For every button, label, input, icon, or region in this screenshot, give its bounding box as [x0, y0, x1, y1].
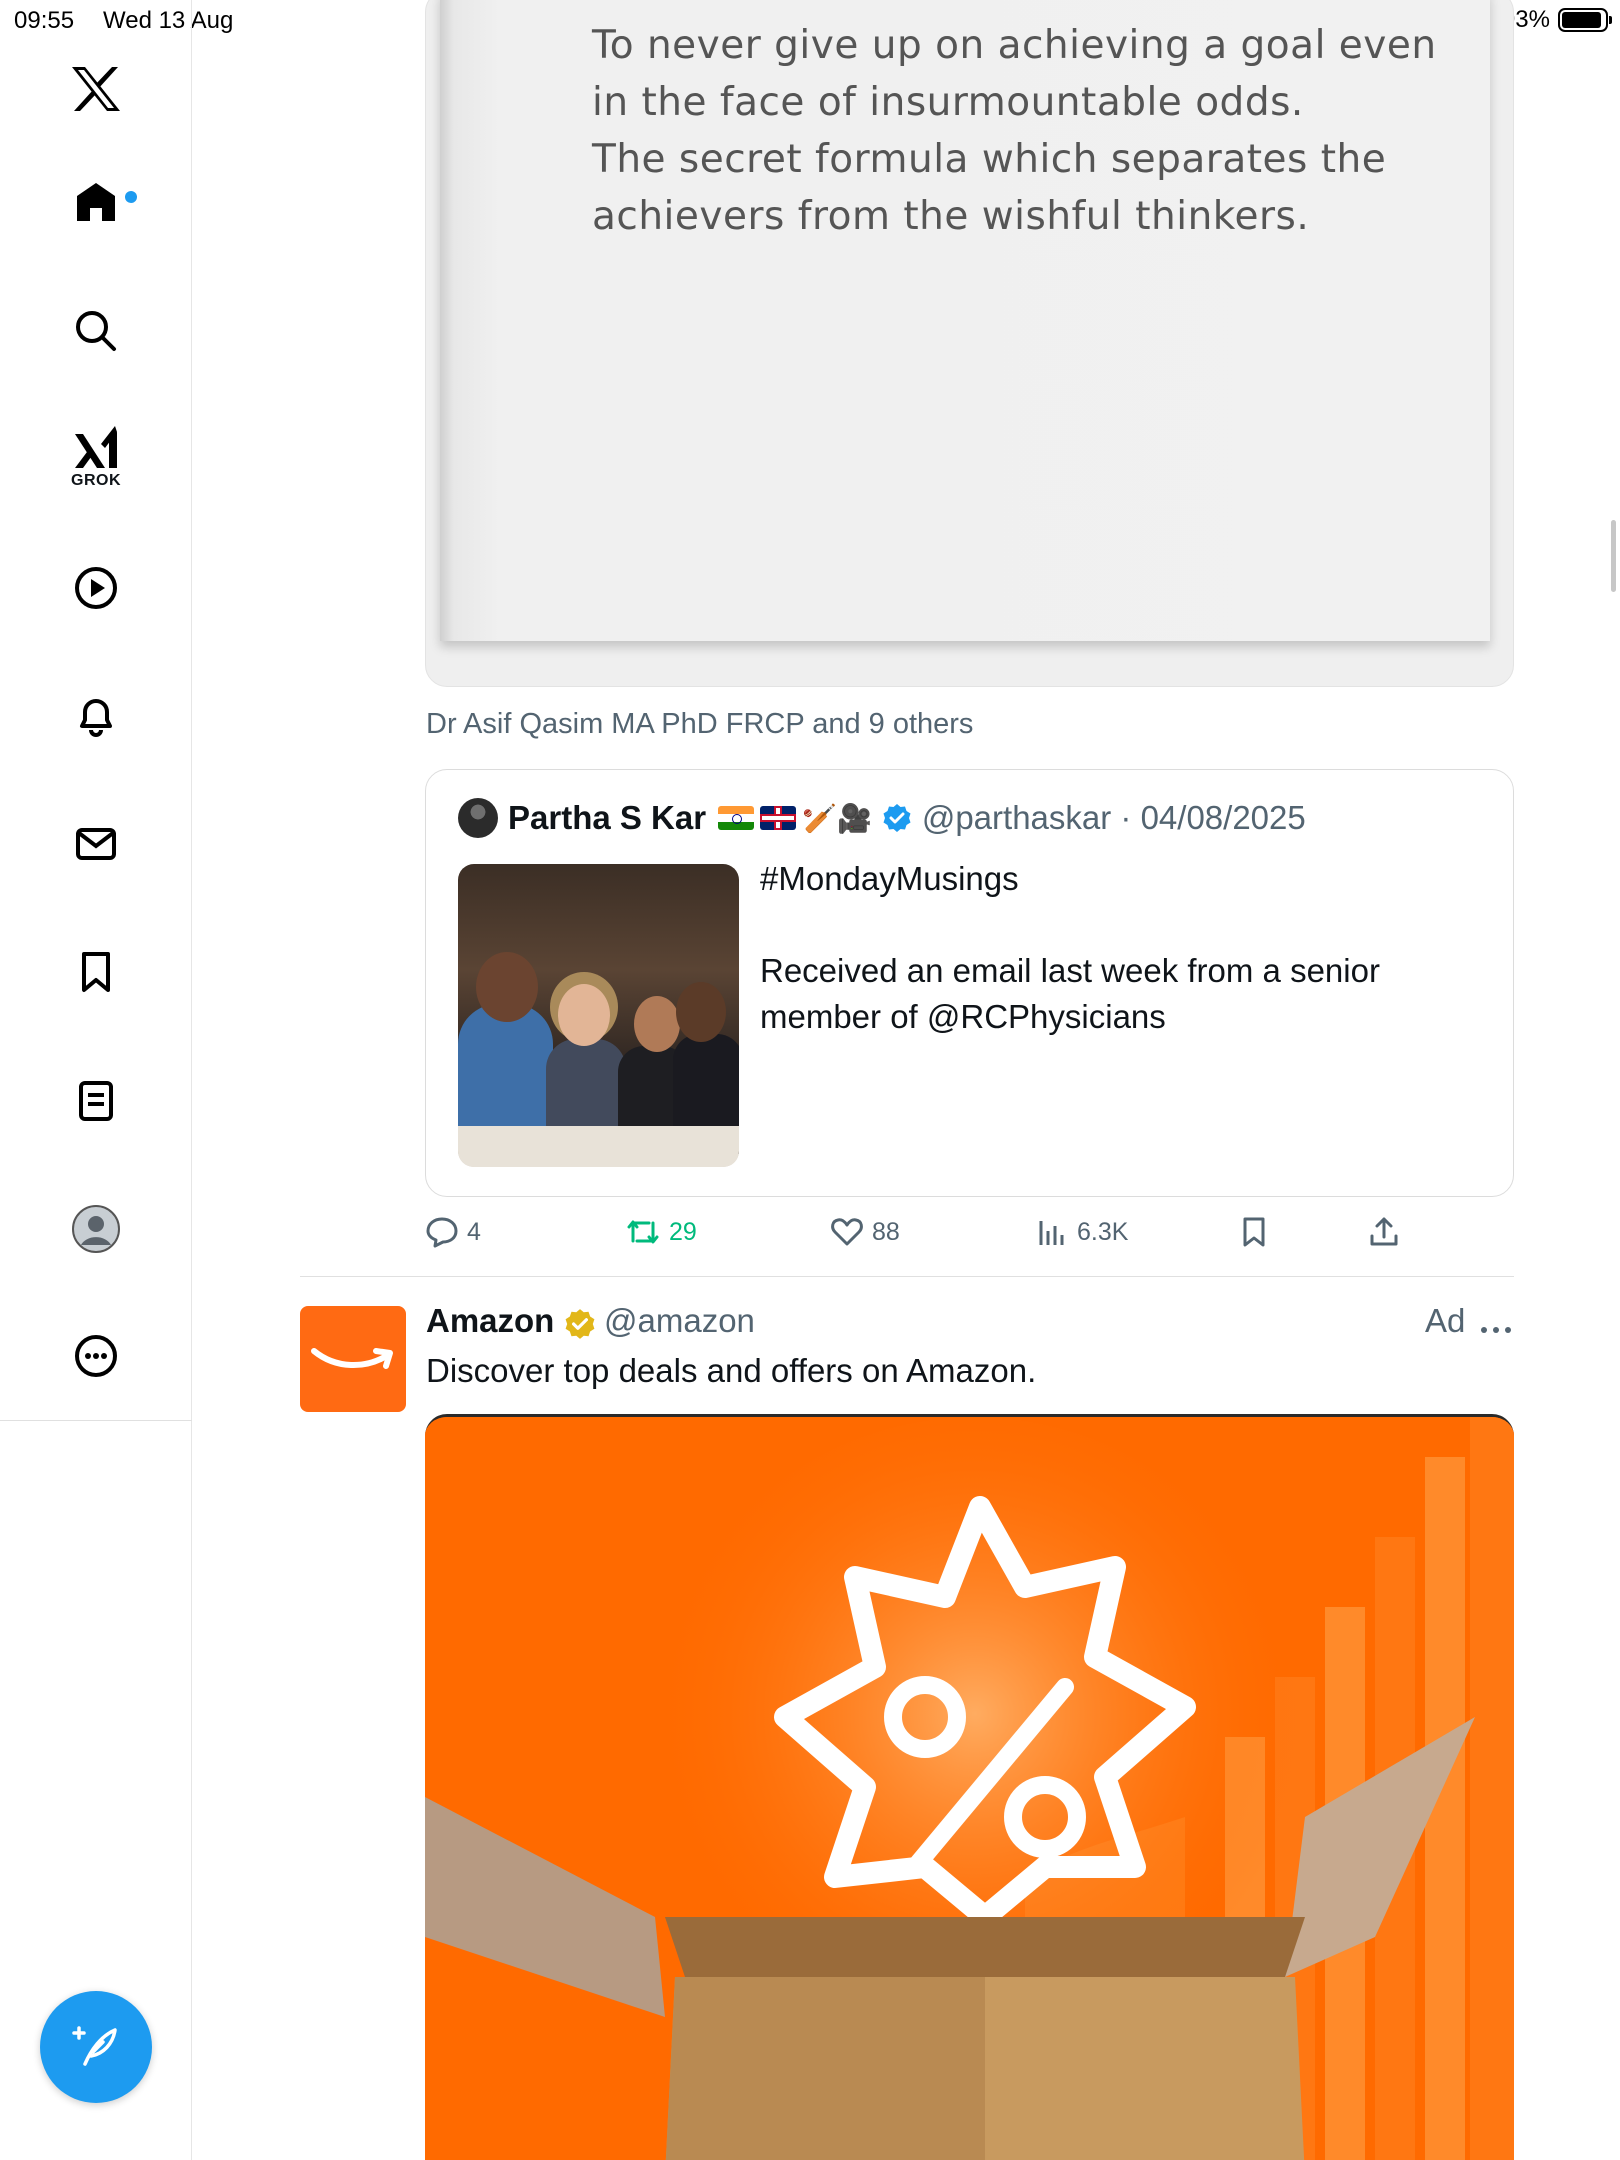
- quoted-post[interactable]: Partha S Kar 🏏🎥 @parthaskar · 04/08/2025…: [425, 769, 1514, 1197]
- ad-label: Ad: [1425, 1302, 1466, 1339]
- post-image-paper: To never give up on achieving a goal eve…: [440, 0, 1490, 641]
- views-button[interactable]: 6.3K: [1035, 1215, 1128, 1249]
- repost-button[interactable]: 29: [625, 1215, 697, 1249]
- bookmark-icon: [1243, 1217, 1265, 1247]
- image-text-line: achievers from the wishful thinkers.: [592, 194, 1310, 239]
- ad-avatar[interactable]: [300, 1306, 406, 1412]
- sidebar-item-more[interactable]: [56, 1316, 136, 1396]
- sidebar-item-profile[interactable]: [56, 1189, 136, 1269]
- compose-icon: [72, 2026, 117, 2066]
- post-image-text: To never give up on achieving a goal eve…: [592, 17, 1437, 245]
- ad-author-name[interactable]: Amazon: [426, 1302, 554, 1340]
- sidebar-item-lists[interactable]: [56, 1061, 136, 1141]
- more-icon: [75, 1335, 117, 1377]
- like-button[interactable]: 88: [830, 1215, 900, 1249]
- play-icon: [75, 567, 117, 609]
- x-logo-icon: [72, 67, 120, 111]
- sidebar: GROK: [0, 0, 192, 2160]
- battery-icon: [1558, 8, 1612, 32]
- reply-icon: [426, 1217, 458, 1248]
- grok-label: GROK: [71, 472, 121, 489]
- heart-icon: [831, 1218, 863, 1246]
- verified-badge-icon: [883, 804, 911, 832]
- mail-icon: [76, 828, 116, 860]
- india-flag-icon: [718, 806, 755, 830]
- more-horizontal-icon: [1481, 1327, 1511, 1333]
- ad-author-handle[interactable]: @amazon: [604, 1302, 755, 1340]
- sidebar-item-videos[interactable]: [56, 548, 136, 628]
- quoted-author-name[interactable]: Partha S Kar: [508, 799, 706, 837]
- liked-by-text[interactable]: Dr Asif Qasim MA PhD FRCP and 9 others: [426, 708, 973, 741]
- image-text-line: The secret formula which separates the: [592, 137, 1387, 182]
- sidebar-item-grok[interactable]: GROK: [56, 417, 136, 497]
- compose-button[interactable]: [40, 1991, 152, 2103]
- views-count: 6.3K: [1077, 1217, 1129, 1246]
- image-text-line: To never give up on achieving a goal eve…: [592, 23, 1437, 68]
- reply-button[interactable]: 4: [425, 1215, 481, 1249]
- battery-fill: [1562, 12, 1602, 28]
- quoted-post-hashtag[interactable]: #MondayMusings: [760, 856, 1460, 902]
- bookmark-icon: [82, 952, 110, 992]
- x-logo[interactable]: [56, 49, 136, 129]
- quoted-post-text: #MondayMusings Received an email last we…: [760, 856, 1460, 1040]
- quoted-author-avatar[interactable]: [458, 798, 498, 838]
- sidebar-item-notifications[interactable]: [56, 676, 136, 756]
- author-flags: 🏏🎥: [718, 802, 872, 835]
- ad-text: Discover top deals and offers on Amazon.: [426, 1352, 1037, 1389]
- post-divider: [300, 1276, 1514, 1277]
- post-actions: 4 29 88 6.3K: [425, 1215, 1425, 1255]
- share-icon: [1370, 1217, 1398, 1246]
- notification-dot: [125, 191, 137, 203]
- home-icon: [77, 183, 115, 221]
- share-button[interactable]: [1367, 1215, 1401, 1249]
- image-text-line: in the face of insurmountable odds.: [592, 80, 1304, 125]
- gold-verified-badge-icon: [565, 1309, 595, 1339]
- quoted-post-header: Partha S Kar 🏏🎥 @parthaskar · 04/08/2025: [458, 798, 1306, 838]
- repost-count: 29: [669, 1217, 697, 1246]
- grok-icon: [75, 426, 117, 468]
- reply-count: 4: [467, 1217, 481, 1246]
- ad-more-button[interactable]: [1480, 1310, 1512, 1344]
- sidebar-item-messages[interactable]: [56, 804, 136, 884]
- post-image[interactable]: To never give up on achieving a goal eve…: [425, 0, 1514, 687]
- author-emojis: 🏏🎥: [802, 802, 872, 834]
- scroll-indicator[interactable]: [1611, 520, 1616, 592]
- like-count: 88: [872, 1217, 900, 1246]
- sidebar-item-bookmarks[interactable]: [56, 932, 136, 1012]
- search-icon: [76, 311, 116, 351]
- amazon-logo-icon: [311, 1348, 393, 1369]
- sidebar-item-home[interactable]: [56, 162, 137, 242]
- quoted-post-photo[interactable]: [458, 864, 739, 1167]
- bell-icon: [80, 699, 112, 737]
- repost-icon: [627, 1220, 659, 1244]
- avatar: [72, 1205, 120, 1253]
- sidebar-item-explore[interactable]: [56, 291, 136, 371]
- sidebar-divider: [0, 1420, 192, 1421]
- uk-flag-icon: [760, 806, 797, 830]
- bookmark-button[interactable]: [1237, 1215, 1271, 1249]
- quoted-post-body: Received an email last week from a senio…: [760, 952, 1380, 1035]
- quoted-handle-date: @parthaskar · 04/08/2025: [921, 799, 1306, 836]
- ad-image[interactable]: [425, 1414, 1514, 2160]
- ad-illustration: [425, 1417, 1514, 2160]
- views-icon: [1039, 1221, 1064, 1245]
- list-icon: [79, 1081, 113, 1121]
